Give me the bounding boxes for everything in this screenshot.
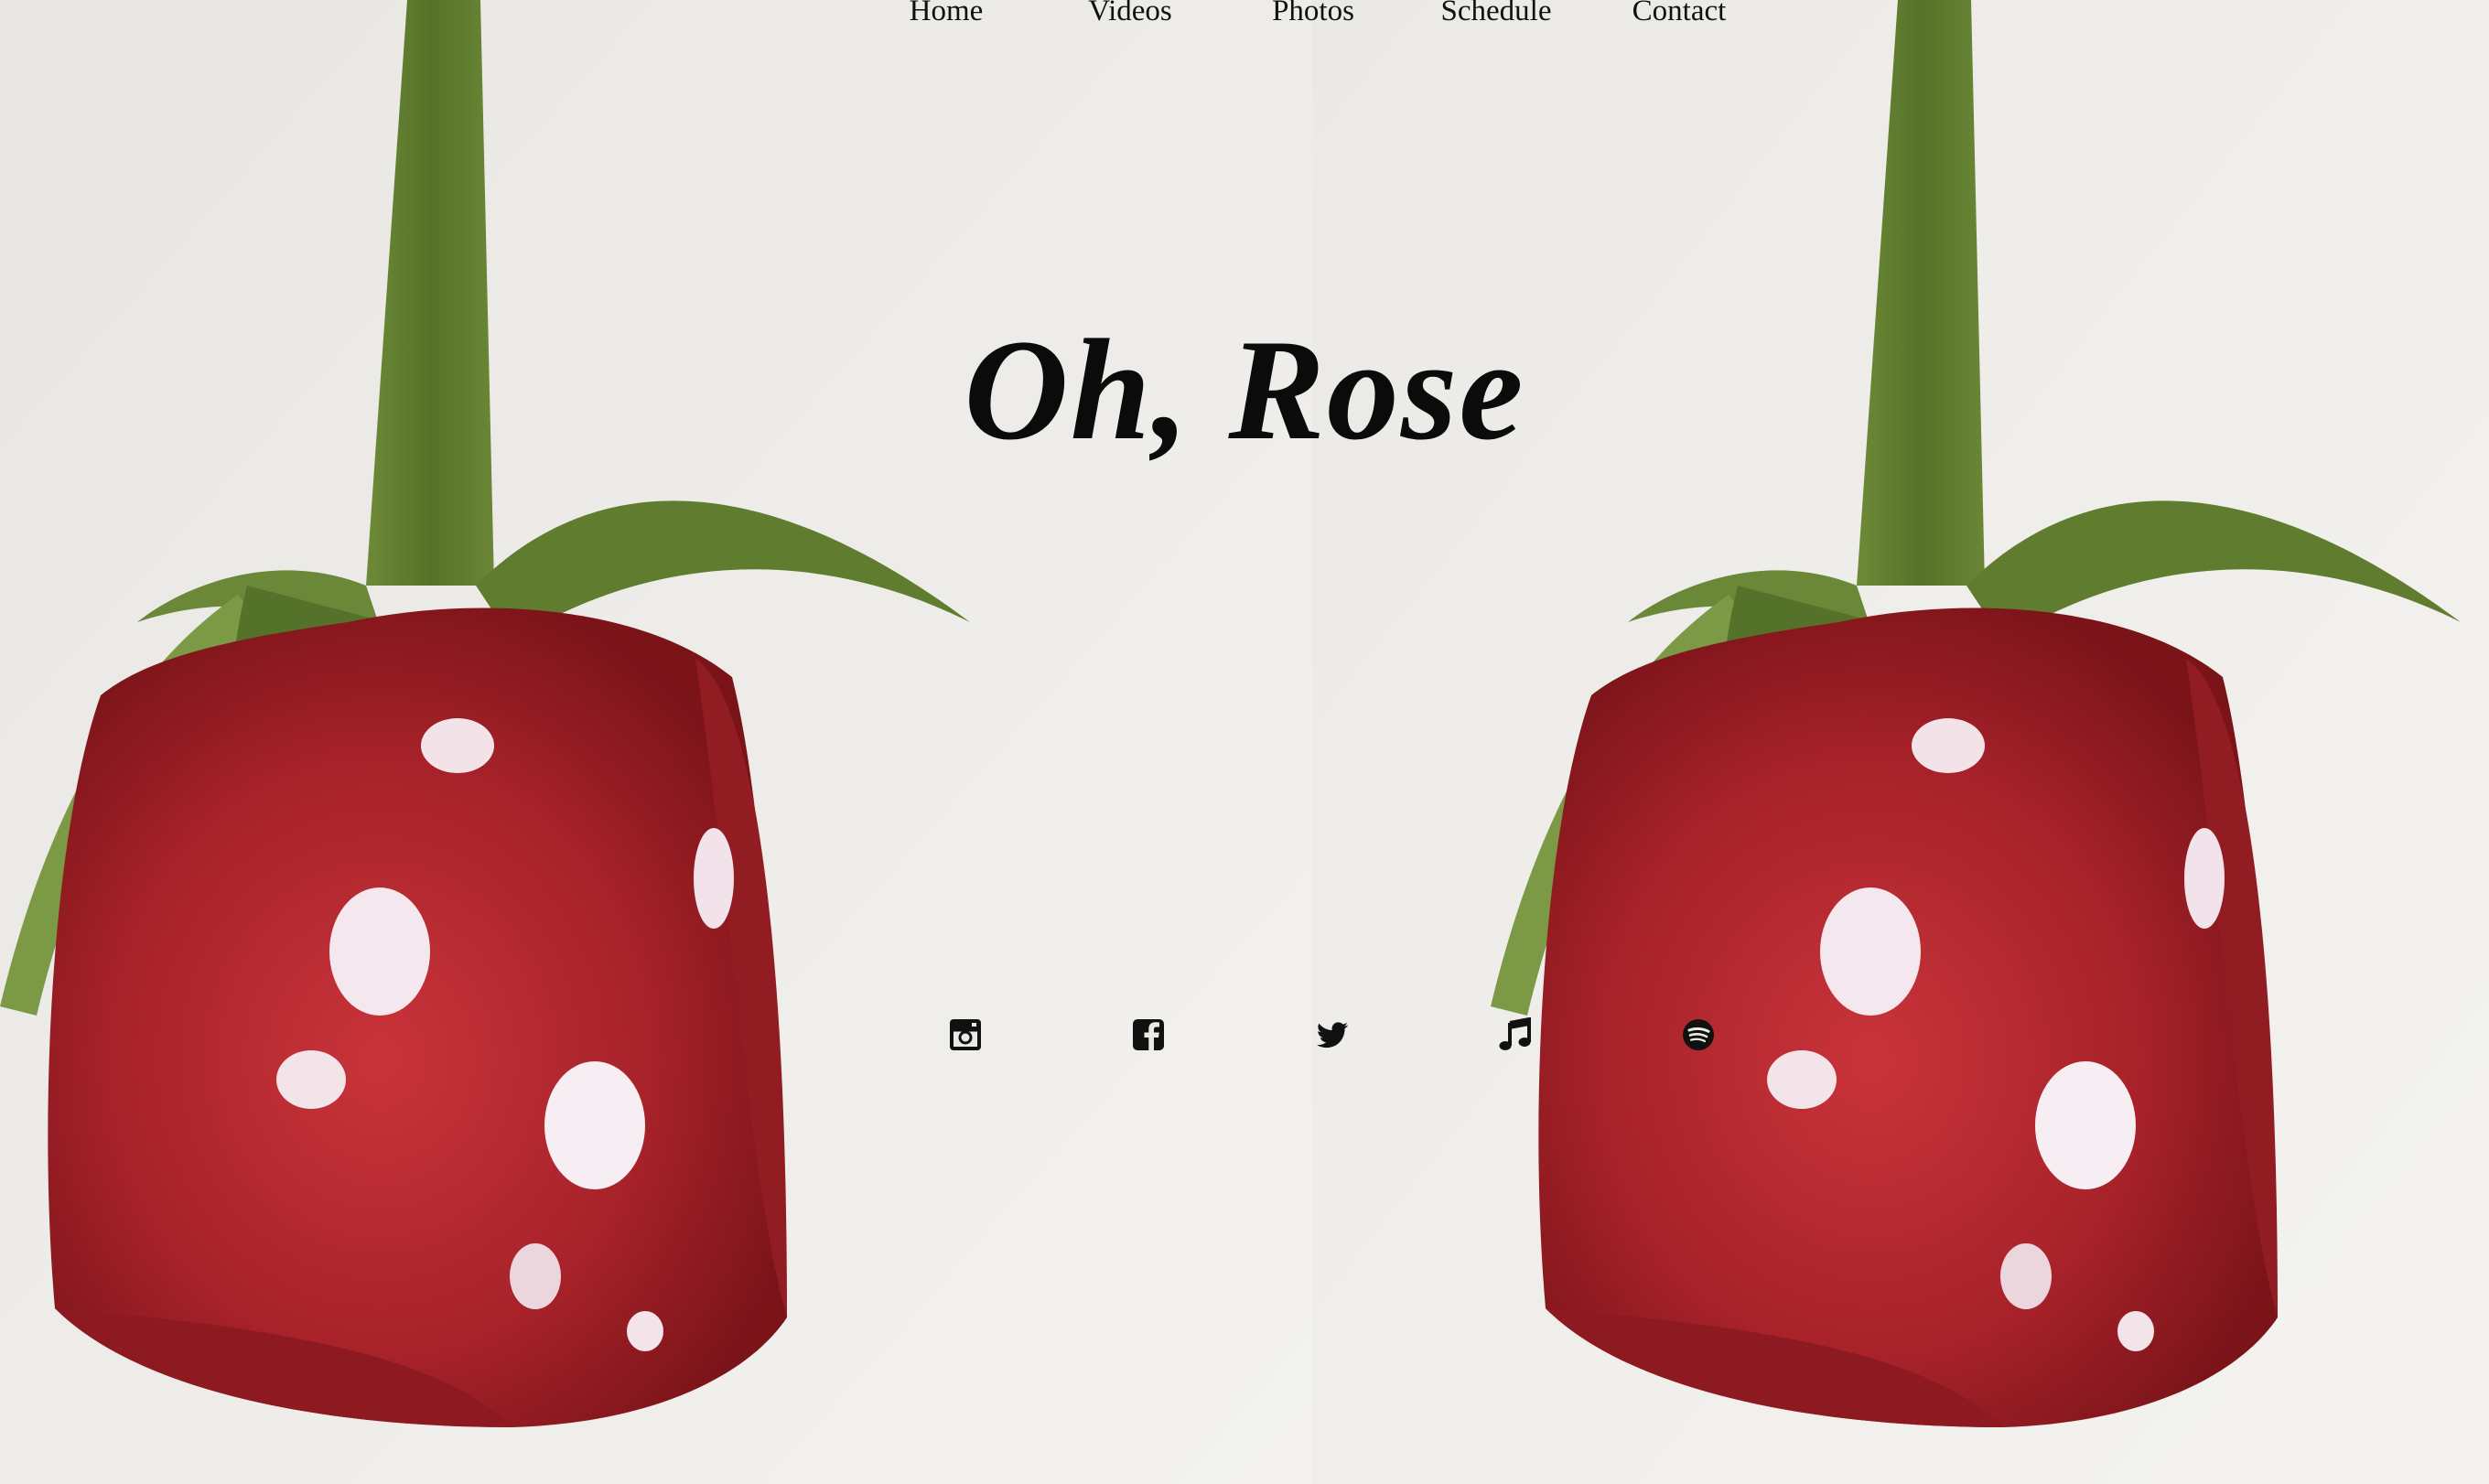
main-nav: Home Videos Photos Schedule Contact xyxy=(0,0,2489,37)
nav-schedule-link[interactable]: Schedule xyxy=(1441,0,1552,28)
nav-videos-link[interactable]: Videos xyxy=(1088,0,1172,28)
nav-photos-link[interactable]: Photos xyxy=(1272,0,1354,28)
twitter-icon[interactable] xyxy=(1315,1017,1350,1052)
background-photo-left xyxy=(0,0,1312,1484)
spotify-icon[interactable] xyxy=(1681,1017,1716,1052)
nav-home-link[interactable]: Home xyxy=(910,0,984,28)
music-note-icon[interactable] xyxy=(1498,1017,1533,1052)
facebook-icon[interactable] xyxy=(1131,1017,1166,1052)
nav-contact-link[interactable]: Contact xyxy=(1632,0,1727,28)
site-title: Oh, Rose xyxy=(964,310,1525,470)
instagram-icon[interactable] xyxy=(948,1017,983,1052)
background-photo-right xyxy=(1312,0,2489,1484)
